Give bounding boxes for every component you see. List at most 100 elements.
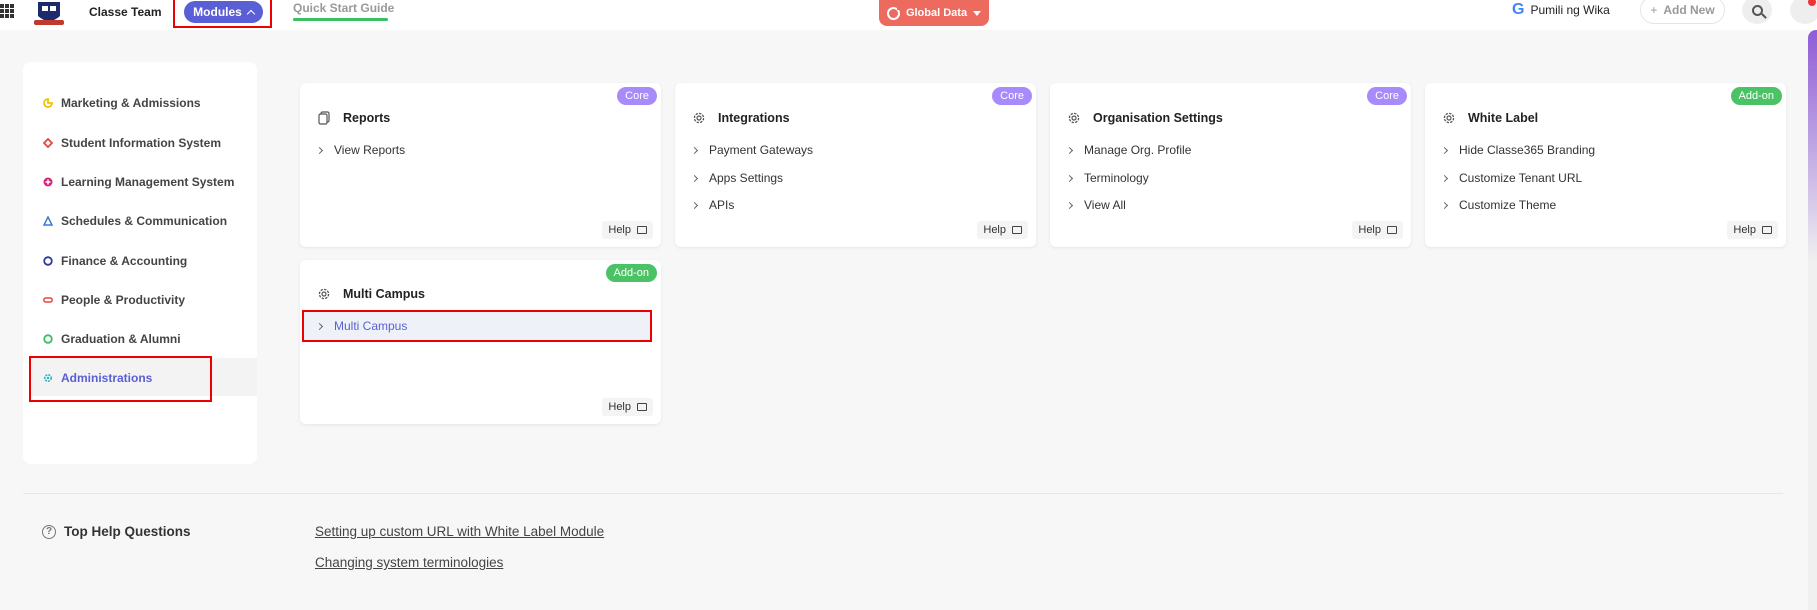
link-customize-tenant-url[interactable]: Customize Tenant URL [1440,166,1583,190]
sidebar-item-schedules[interactable]: Schedules & Communication [43,211,227,231]
link-label: Apps Settings [709,171,784,185]
caret-down-icon [973,10,982,16]
help-label: Help [608,401,631,413]
chat-icon [637,403,647,411]
global-data-label: Global Data [905,7,968,19]
chevron-right-icon [690,174,699,182]
card-integrations: Core Integrations Payment Gateways Apps … [675,83,1036,247]
sidebar-item-label: Graduation & Alumni [61,332,181,346]
help-link-terminologies[interactable]: Changing system terminologies [315,555,503,570]
sidebar-item-label: Student Information System [61,136,222,150]
team-name[interactable]: Classe Team [89,5,162,19]
diamond-icon [43,138,53,148]
card-title: Reports [317,111,390,125]
ring-icon [43,334,53,344]
sidebar-item-lms[interactable]: Learning Management System [43,172,234,192]
help-button[interactable]: Help [602,221,653,239]
link-label: Manage Org. Profile [1084,143,1192,157]
help-button[interactable]: Help [977,221,1028,239]
global-data-button[interactable]: Global Data [879,0,989,26]
marketing-icon [43,98,53,108]
triangle-icon [43,216,53,226]
help-label: Help [1733,224,1756,236]
card-title: Multi Campus [317,287,425,301]
card-multi-campus: Add-on Multi Campus Multi Campus Help [300,260,661,424]
modules-label: Modules [193,5,242,19]
section-divider [23,493,1783,494]
link-view-reports[interactable]: View Reports [315,138,406,162]
quick-start-guide-link[interactable]: Quick Start Guide [293,1,394,15]
notification-button[interactable] [1790,0,1817,24]
right-edge-accent [1808,30,1817,610]
top-bar: Classe Team Modules Quick Start Guide Gl… [0,0,1817,30]
chevron-right-icon [1440,201,1449,209]
search-icon [1751,4,1763,16]
link-label: View All [1084,198,1126,212]
link-label: View Reports [334,143,406,157]
addon-badge: Add-on [1730,87,1782,105]
help-link-custom-url[interactable]: Setting up custom URL with White Label M… [315,524,604,539]
gear-icon [318,288,330,300]
chat-icon [1387,226,1397,234]
link-view-all[interactable]: View All [1065,193,1126,217]
link-multi-campus[interactable]: Multi Campus [315,314,408,338]
card-title-text: Integrations [718,111,790,125]
apps-grid-icon[interactable] [0,4,14,18]
link-label: Hide Classe365 Branding [1459,143,1596,157]
quick-start-progress [293,18,388,21]
chevron-right-icon [690,201,699,209]
chat-icon [1012,226,1022,234]
link-payment-gateways[interactable]: Payment Gateways [690,138,814,162]
help-button[interactable]: Help [602,398,653,416]
plus-icon: + [1650,3,1658,17]
link-manage-org-profile[interactable]: Manage Org. Profile [1065,138,1192,162]
language-select-label: Pumili ng Wika [1530,3,1610,17]
sidebar-item-people[interactable]: People & Productivity [43,290,185,310]
sidebar-item-label: Schedules & Communication [61,214,228,228]
link-label: Payment Gateways [709,143,814,157]
chevron-right-icon [315,146,324,154]
sidebar-item-finance[interactable]: Finance & Accounting [43,251,187,271]
sidebar-item-label: Marketing & Admissions [61,96,201,110]
pill-icon [43,297,53,303]
help-label: Help [1358,224,1381,236]
sidebar-item-graduation[interactable]: Graduation & Alumni [43,329,181,349]
link-label: Terminology [1084,171,1149,185]
link-apps-settings[interactable]: Apps Settings [690,166,784,190]
help-heading-text: Top Help Questions [64,524,191,539]
add-new-button[interactable]: + Add New [1640,0,1725,24]
card-title-text: White Label [1468,111,1539,125]
card-title: Integrations [692,111,790,125]
link-terminology[interactable]: Terminology [1065,166,1149,190]
search-button[interactable] [1742,0,1772,24]
help-button[interactable]: Help [1352,221,1403,239]
help-button[interactable]: Help [1727,221,1778,239]
chevron-right-icon [1065,146,1074,154]
sidebar-item-marketing[interactable]: Marketing & Admissions [43,93,201,113]
google-icon: G [1512,1,1525,18]
administrations-highlight [29,356,212,402]
help-label: Help [983,224,1006,236]
refresh-icon [886,5,901,20]
chevron-right-icon [690,146,699,154]
link-apis[interactable]: APIs [690,193,734,217]
google-translate[interactable]: G Pumili ng Wika [1512,1,1610,19]
sidebar-item-label: People & Productivity [61,293,186,307]
modules-button[interactable]: Modules [184,1,263,23]
link-label: Customize Tenant URL [1459,171,1583,185]
link-hide-branding[interactable]: Hide Classe365 Branding [1440,138,1596,162]
link-label: Customize Theme [1459,198,1557,212]
core-badge: Core [1367,87,1407,105]
school-logo[interactable] [30,0,68,26]
link-customize-theme[interactable]: Customize Theme [1440,193,1557,217]
addon-badge: Add-on [605,264,657,282]
plus-circle-icon [43,177,53,187]
link-label: Multi Campus [334,319,408,333]
chevron-right-icon [1440,174,1449,182]
card-title: White Label [1442,111,1538,125]
gear-icon [1068,112,1080,124]
copy-icon [318,111,330,125]
card-title-text: Reports [343,111,391,125]
sidebar-item-sis[interactable]: Student Information System [43,133,221,153]
gear-icon [693,112,705,124]
